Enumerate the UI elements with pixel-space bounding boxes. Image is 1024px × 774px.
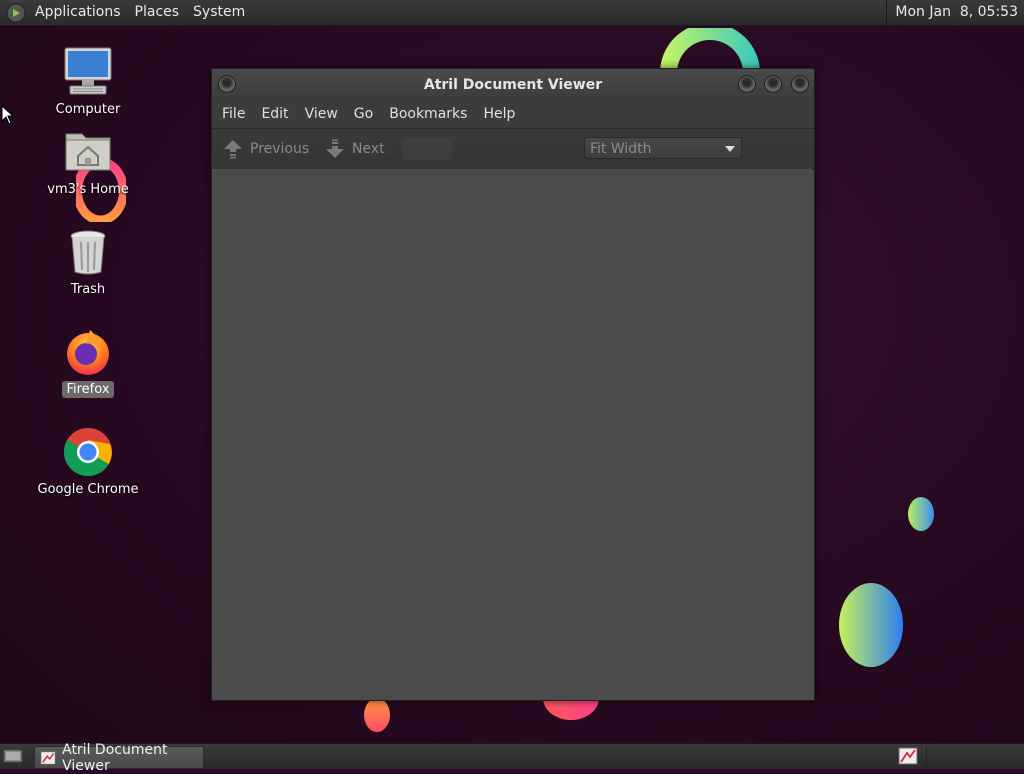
maximize-button[interactable] bbox=[764, 75, 782, 93]
taskbar-item-label: Atril Document Viewer bbox=[62, 741, 168, 774]
menu-edit[interactable]: Edit bbox=[253, 101, 296, 128]
mate-logo-icon[interactable] bbox=[6, 3, 26, 23]
tray-atril-icon[interactable] bbox=[898, 747, 918, 769]
next-label: Next bbox=[352, 141, 385, 157]
wallpaper-oval-small bbox=[908, 497, 934, 531]
menu-file[interactable]: File bbox=[214, 101, 253, 128]
menu-bookmarks[interactable]: Bookmarks bbox=[381, 101, 475, 128]
window-toolbar: Previous Next Fit Width bbox=[212, 128, 814, 170]
arrow-down-icon bbox=[326, 139, 344, 158]
window-menubar: File Edit View Go Bookmarks Help bbox=[212, 101, 814, 128]
top-panel: Applications Places System Mon Jan 8, 05… bbox=[0, 0, 1024, 26]
desktop-icon-chrome[interactable]: Google Chrome bbox=[28, 426, 148, 498]
home-folder-icon bbox=[65, 133, 111, 171]
desktop-icon-computer[interactable]: Computer bbox=[28, 46, 148, 118]
clock[interactable]: Mon Jan 8, 05:53 bbox=[886, 0, 1018, 25]
menu-help[interactable]: Help bbox=[475, 101, 523, 128]
window-titlebar[interactable]: Atril Document Viewer bbox=[212, 69, 814, 101]
document-view[interactable] bbox=[212, 169, 812, 699]
previous-button[interactable]: Previous bbox=[222, 129, 309, 169]
window-title: Atril Document Viewer bbox=[423, 77, 603, 93]
atril-window: Atril Document Viewer File Edit View Go … bbox=[211, 68, 815, 701]
atril-icon bbox=[40, 750, 56, 765]
chevron-down-icon bbox=[725, 146, 735, 152]
page-number-input[interactable] bbox=[402, 138, 452, 160]
desktop-icon-home[interactable]: vm3's Home bbox=[28, 126, 148, 198]
trash-icon bbox=[70, 230, 106, 275]
menu-places[interactable]: Places bbox=[128, 0, 187, 25]
wallpaper-ring-top bbox=[660, 28, 760, 73]
menu-applications[interactable]: Applications bbox=[28, 0, 128, 25]
chrome-icon bbox=[63, 428, 112, 477]
wallpaper-oval-large bbox=[839, 583, 903, 667]
firefox-icon bbox=[67, 330, 109, 375]
desktop-icon-label: Trash bbox=[70, 282, 106, 297]
bottom-panel: Atril Document Viewer bbox=[0, 742, 1024, 774]
window-menu-button[interactable] bbox=[218, 75, 236, 93]
previous-label: Previous bbox=[250, 141, 310, 157]
zoom-select[interactable]: Fit Width bbox=[584, 137, 742, 159]
menu-go[interactable]: Go bbox=[346, 101, 381, 128]
desktop-icon-firefox[interactable]: Firefox bbox=[28, 326, 148, 398]
close-button[interactable] bbox=[791, 75, 809, 93]
show-desktop-icon[interactable] bbox=[3, 748, 23, 768]
wallpaper-oval-orange bbox=[364, 698, 390, 732]
desktop-icon-label: Google Chrome bbox=[37, 482, 139, 497]
zoom-value: Fit Width bbox=[590, 141, 652, 157]
desktop-icon-label: vm3's Home bbox=[47, 182, 129, 197]
wallpaper-half-circle bbox=[543, 698, 599, 720]
next-button[interactable]: Next bbox=[324, 129, 385, 169]
minimize-button[interactable] bbox=[738, 75, 756, 93]
mouse-cursor-icon bbox=[1, 105, 13, 125]
arrow-up-icon bbox=[224, 140, 242, 159]
workspace-switcher[interactable] bbox=[926, 746, 1023, 767]
desktop-icon-trash[interactable]: Trash bbox=[28, 226, 148, 298]
taskbar-item-atril[interactable]: Atril Document Viewer bbox=[34, 742, 204, 774]
menu-view[interactable]: View bbox=[297, 101, 346, 128]
computer-icon bbox=[64, 47, 112, 95]
desktop-icon-label: Computer bbox=[55, 102, 121, 117]
desktop-icon-label: Firefox bbox=[62, 381, 114, 398]
menu-system[interactable]: System bbox=[186, 0, 252, 25]
